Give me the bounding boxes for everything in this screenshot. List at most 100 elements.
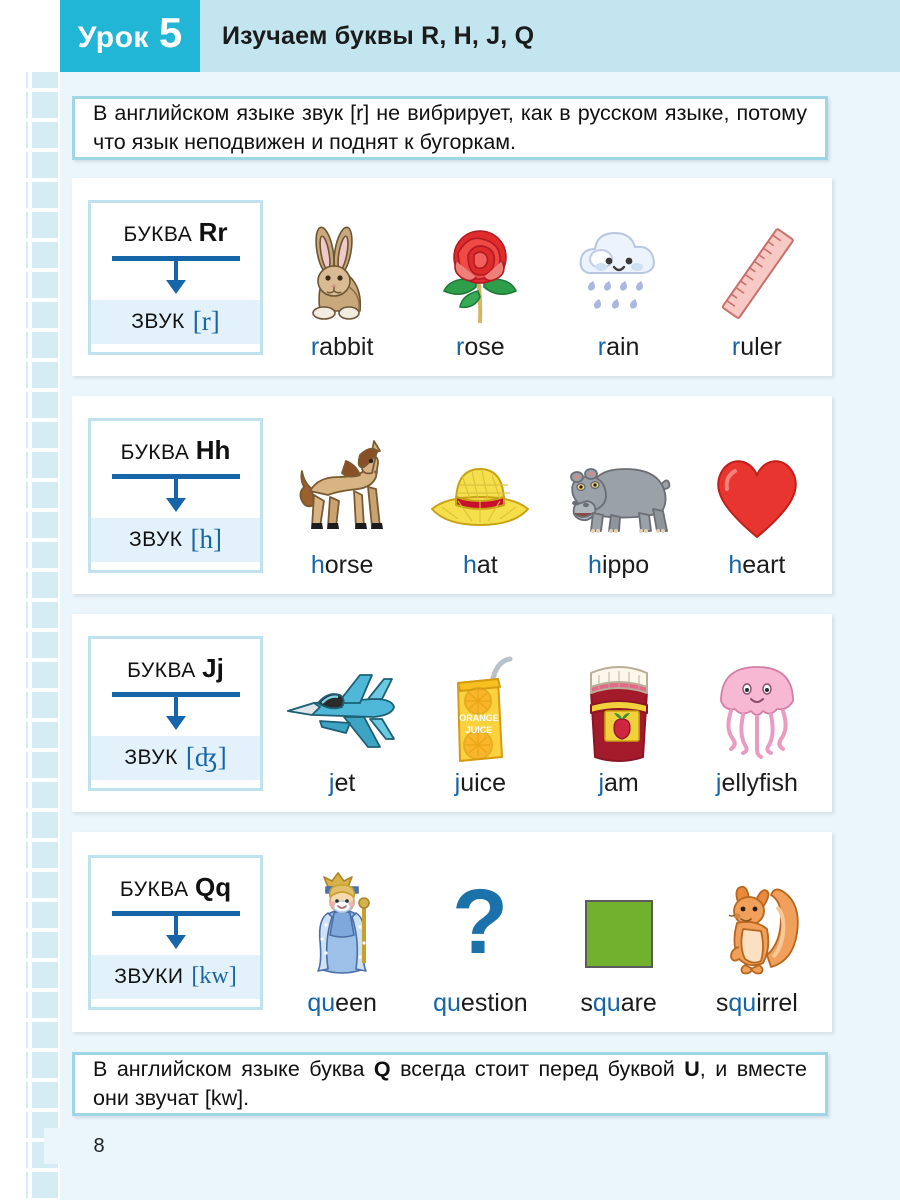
lesson-number: 5 bbox=[158, 9, 183, 56]
word-item: rain bbox=[550, 164, 688, 376]
word-item: jet bbox=[273, 600, 411, 812]
page-header: Урок 5 Изучаем буквы R, H, J, Q bbox=[0, 0, 900, 72]
lesson-badge: Урок 5 bbox=[60, 0, 200, 72]
letter-row-j: БУКВА Jj ЗВУК [ʤ] jet ORANGE JUICE juice… bbox=[72, 614, 832, 812]
green-square-icon bbox=[558, 871, 680, 983]
word-label: hippo bbox=[588, 551, 650, 579]
hippo-icon bbox=[558, 433, 680, 545]
word-label: queen bbox=[307, 989, 377, 1017]
letter-card-heading: БУКВА Qq bbox=[120, 872, 231, 903]
down-arrow-icon bbox=[111, 473, 240, 514]
word-item: heart bbox=[688, 382, 826, 594]
sound-value: [ʤ] bbox=[185, 742, 227, 772]
hat-icon bbox=[419, 433, 541, 545]
bukva-label: БУКВА bbox=[120, 440, 190, 464]
juice-label-line2: JUICE bbox=[466, 725, 493, 735]
sound-label: ЗВУК bbox=[124, 745, 178, 769]
juice-label-line1: ORANGE bbox=[460, 713, 500, 723]
word-label: ruler bbox=[731, 333, 782, 361]
rain-cloud-icon bbox=[558, 215, 680, 327]
word-item: horse bbox=[273, 382, 411, 594]
note-bottom-text: В английском языке буква Q всегда стоит … bbox=[93, 1057, 807, 1110]
word-item: square bbox=[550, 818, 688, 1032]
letter-card-heading: БУКВА Rr bbox=[124, 217, 228, 248]
squirrel-icon bbox=[696, 871, 818, 983]
word-label: juice bbox=[454, 769, 507, 797]
word-item: rose bbox=[411, 164, 549, 376]
word-label: square bbox=[580, 989, 657, 1017]
down-arrow-icon bbox=[111, 910, 240, 951]
sound-label: ЗВУКИ bbox=[114, 964, 184, 988]
letter-row-q: БУКВА Qq ЗВУКИ [kw] queen ? question squ… bbox=[72, 832, 832, 1032]
word-item: ruler bbox=[688, 164, 826, 376]
word-items-q: queen ? question square squirrel bbox=[263, 832, 832, 1032]
letter-row-h: БУКВА Hh ЗВУК [h] horse hat hippo heart bbox=[72, 396, 832, 594]
word-label: horse bbox=[310, 551, 374, 579]
word-label: rabbit bbox=[310, 333, 374, 361]
lesson-word: Урок bbox=[77, 21, 149, 54]
sound-box: ЗВУК [ʤ] bbox=[91, 735, 260, 780]
word-label: rain bbox=[597, 333, 640, 361]
bukva-label: БУКВА bbox=[123, 222, 193, 246]
sound-label: ЗВУК bbox=[128, 527, 183, 551]
word-label: squirrel bbox=[715, 989, 798, 1017]
note-top: В английском языке звук [r] не вибрирует… bbox=[72, 96, 828, 160]
letter-card-heading: БУКВА Hh bbox=[121, 435, 231, 466]
word-label: question bbox=[433, 989, 528, 1017]
page-number: 8 bbox=[44, 1128, 154, 1164]
word-item: hippo bbox=[550, 382, 688, 594]
down-arrow-icon bbox=[111, 691, 240, 732]
word-item: rabbit bbox=[273, 164, 411, 376]
word-item: ? question bbox=[411, 818, 549, 1032]
question-mark-icon: ? bbox=[419, 871, 541, 983]
word-items-h: horse hat hippo heart bbox=[263, 396, 832, 594]
word-label: jam bbox=[598, 769, 639, 797]
sound-box: ЗВУКИ [kw] bbox=[91, 954, 260, 999]
letter-card-heading: БУКВА Jj bbox=[127, 653, 224, 684]
juice-box-icon: ORANGE JUICE bbox=[419, 651, 541, 763]
letter-row-r: БУКВА Rr ЗВУК [r] rabbit rose rain ruler bbox=[72, 178, 832, 376]
heart-icon bbox=[696, 433, 818, 545]
letter-card-j: БУКВА Jj ЗВУК [ʤ] bbox=[88, 635, 263, 791]
word-item: hat bbox=[411, 382, 549, 594]
sound-value: [r] bbox=[192, 306, 220, 336]
header-left-spacer bbox=[0, 0, 60, 72]
word-item: squirrel bbox=[688, 818, 826, 1032]
horse-icon bbox=[281, 433, 403, 545]
letter-pair: Rr bbox=[198, 216, 228, 247]
sound-label: ЗВУК bbox=[131, 309, 185, 333]
word-items-r: rabbit rose rain ruler bbox=[263, 178, 832, 376]
word-item: jam bbox=[550, 600, 688, 812]
down-arrow-icon bbox=[111, 255, 240, 296]
ruler-icon bbox=[696, 215, 818, 327]
page-title: Изучаем буквы R, H, J, Q bbox=[222, 21, 535, 50]
bukva-label: БУКВА bbox=[119, 877, 189, 901]
jam-jar-icon bbox=[558, 651, 680, 763]
letter-card-h: БУКВА Hh ЗВУК [h] bbox=[88, 417, 263, 573]
word-items-j: jet ORANGE JUICE juice jam jellyfish bbox=[263, 614, 832, 812]
rose-icon bbox=[419, 215, 541, 327]
jellyfish-icon bbox=[696, 651, 818, 763]
sound-value: [kw] bbox=[191, 963, 237, 989]
bukva-label: БУКВА bbox=[127, 658, 196, 682]
sound-value: [h] bbox=[190, 524, 223, 554]
rabbit-icon bbox=[281, 215, 403, 327]
word-item: ORANGE JUICE juice bbox=[411, 600, 549, 812]
note-top-text: В английском языке звук [r] не вибрирует… bbox=[93, 101, 807, 154]
queen-icon bbox=[281, 871, 403, 983]
word-item: jellyfish bbox=[688, 600, 826, 812]
svg-text:?: ? bbox=[452, 877, 508, 973]
letter-card-r: БУКВА Rr ЗВУК [r] bbox=[88, 199, 263, 355]
jet-icon bbox=[281, 651, 403, 763]
word-item: queen bbox=[273, 818, 411, 1032]
letter-pair: Jj bbox=[202, 652, 224, 683]
worksheet-page: Урок 5 Изучаем буквы R, H, J, Q В англий… bbox=[0, 0, 900, 1200]
word-label: heart bbox=[728, 551, 786, 579]
sound-box: ЗВУК [r] bbox=[91, 299, 260, 344]
word-label: jet bbox=[328, 769, 356, 797]
letter-card-q: БУКВА Qq ЗВУКИ [kw] bbox=[88, 854, 263, 1010]
letter-pair: Qq bbox=[194, 871, 232, 902]
word-label: rose bbox=[456, 333, 505, 361]
sound-box: ЗВУК [h] bbox=[91, 517, 260, 562]
letter-pair: Hh bbox=[195, 434, 231, 465]
